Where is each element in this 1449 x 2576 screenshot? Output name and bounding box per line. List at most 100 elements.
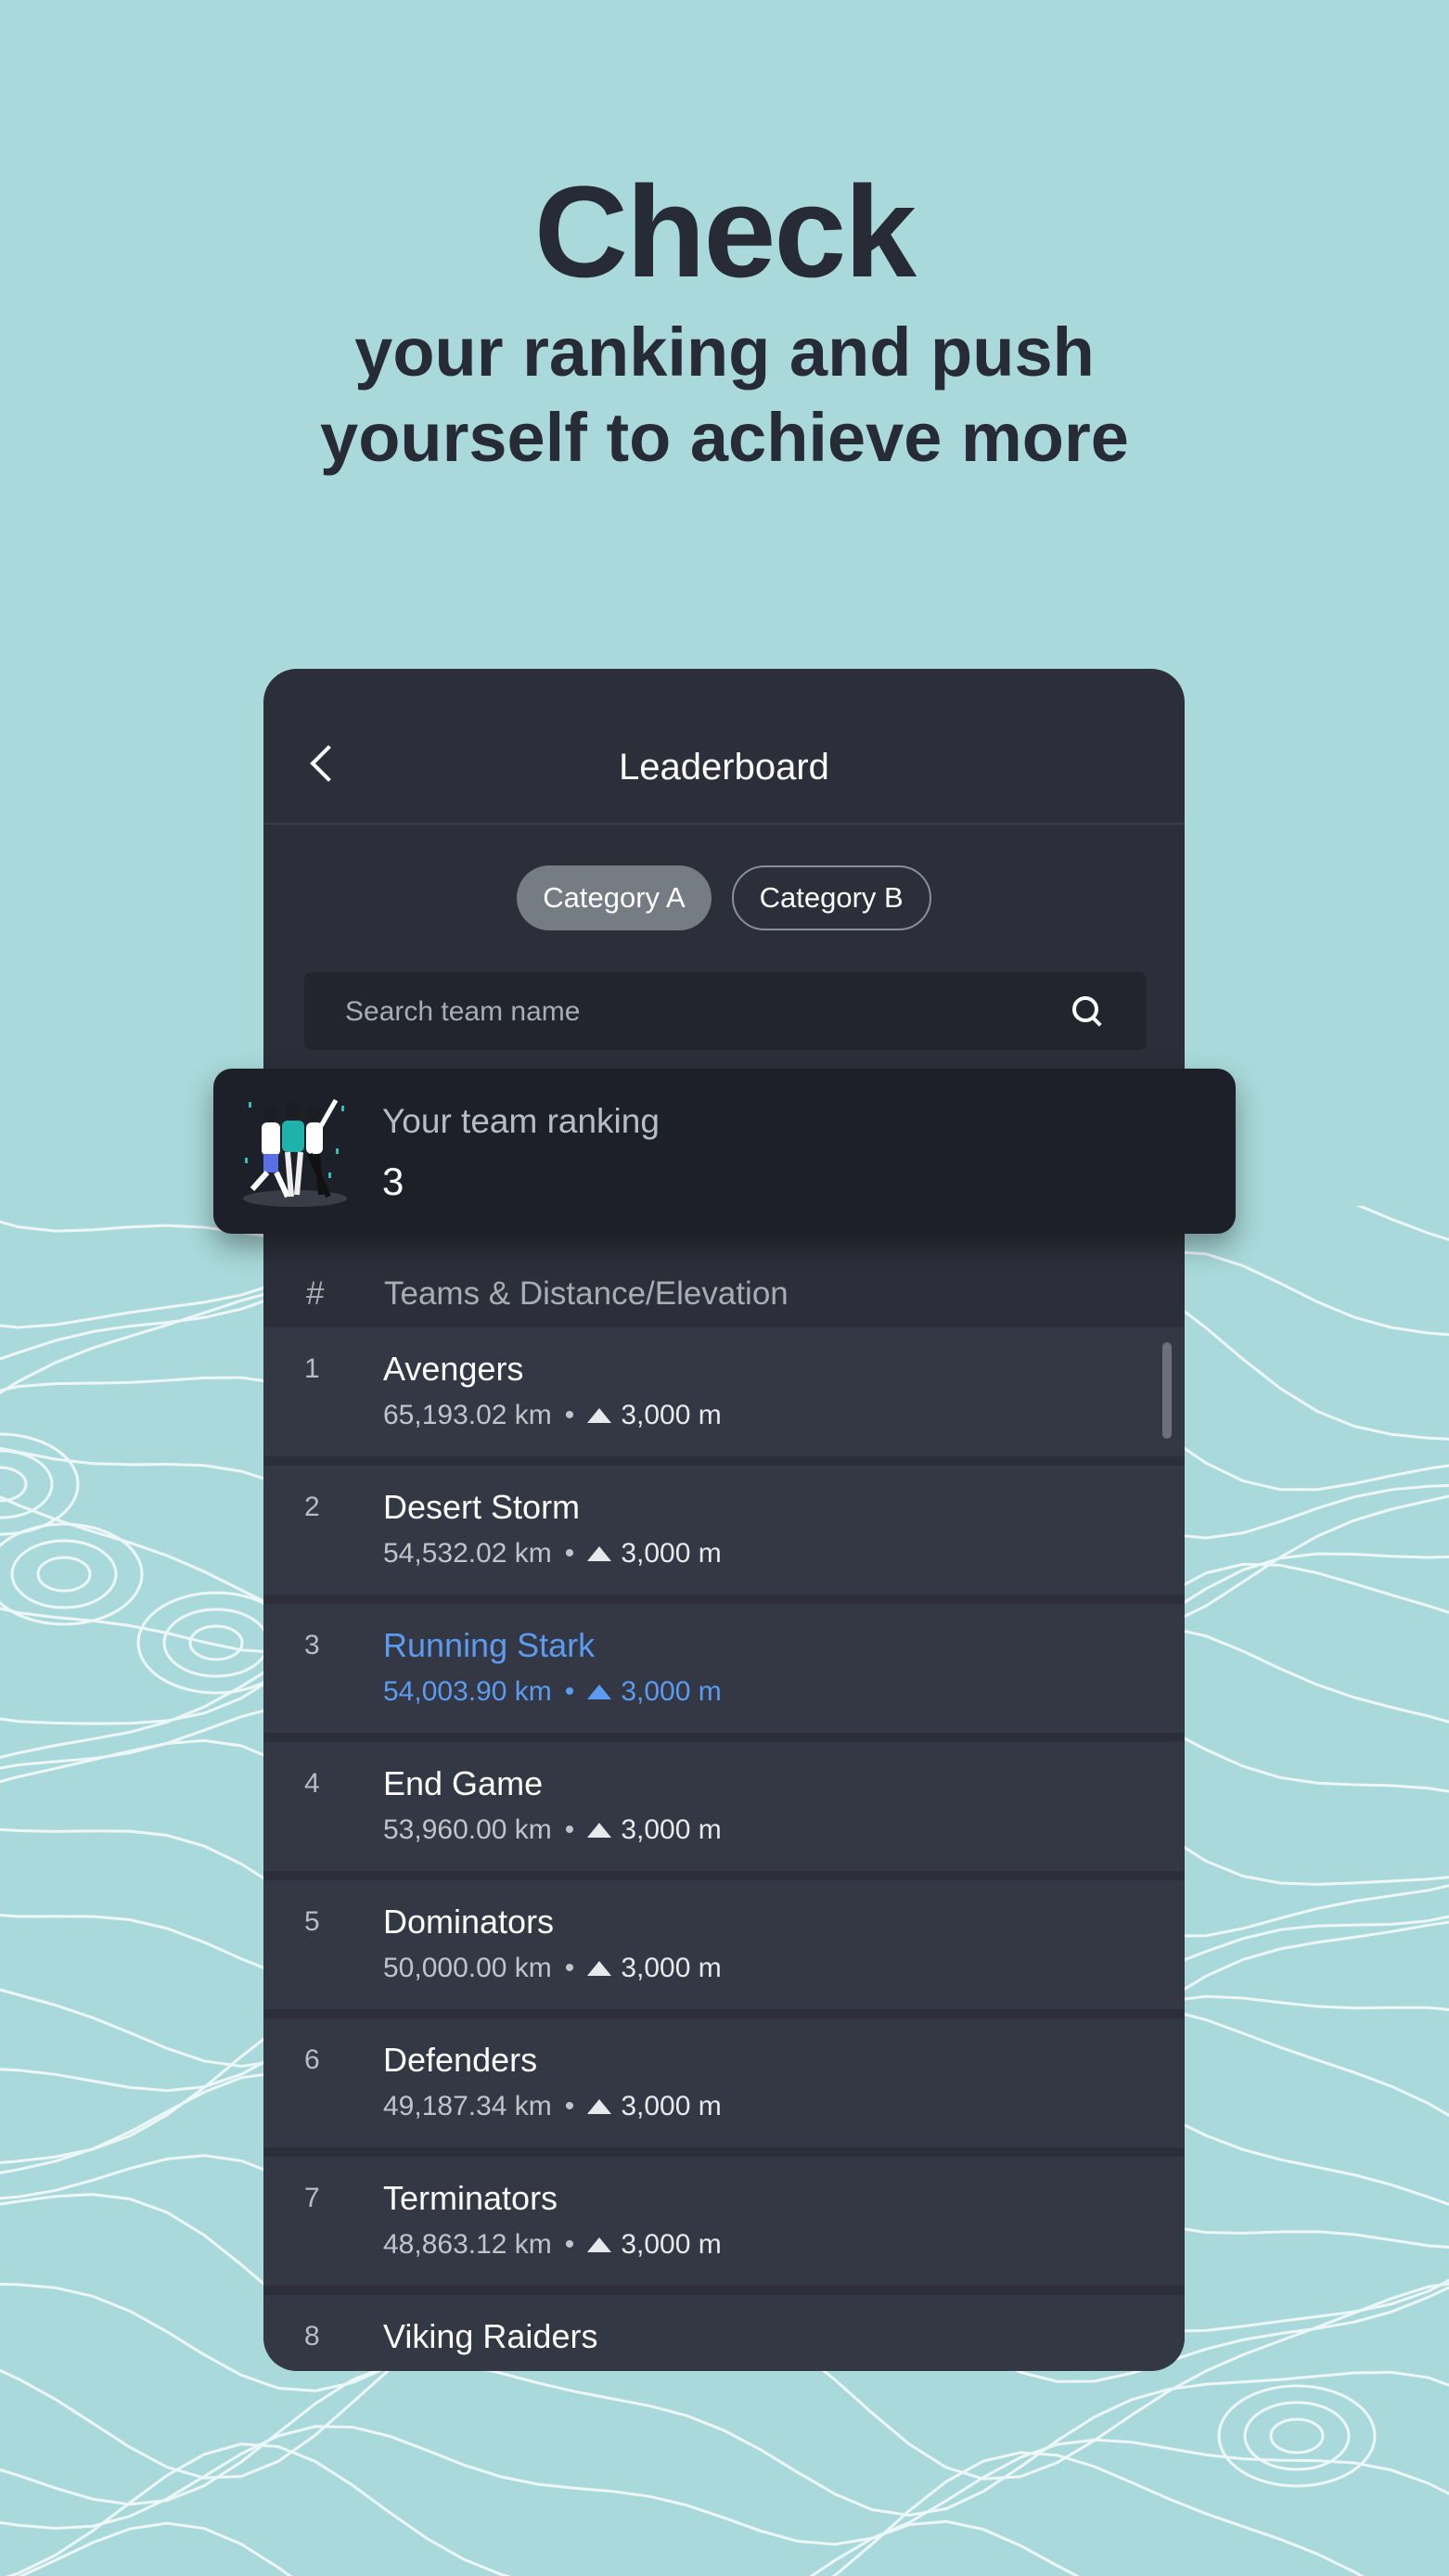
rank-column-label: # xyxy=(306,1275,325,1312)
screen-title: Leaderboard xyxy=(619,747,829,788)
contour-ring xyxy=(0,1466,28,1503)
hero: Check your ranking and push yourself to … xyxy=(0,158,1449,481)
team-rank: 6 xyxy=(304,2044,320,2075)
contour-ring xyxy=(0,1522,144,1626)
contour-line xyxy=(18,2519,1081,2576)
team-rank: 2 xyxy=(304,1492,320,1522)
team-stats: 53,960.00 km • 3,000 m xyxy=(383,1814,722,1846)
separator-dot: • xyxy=(564,2229,575,2260)
team-stats: 50,000.00 km • 3,000 m xyxy=(383,1953,722,1984)
contour-ring xyxy=(188,1624,244,1661)
team-row[interactable]: 1 Avengers 65,193.02 km • 3,000 m xyxy=(263,1327,1185,1456)
contour-ring xyxy=(0,1432,80,1536)
search-icon[interactable] xyxy=(1072,996,1098,1022)
team-illustration xyxy=(243,1098,347,1207)
separator-dot: • xyxy=(564,1676,575,1707)
team-rank: 8 xyxy=(304,2321,320,2352)
hero-title: Check xyxy=(533,159,917,304)
team-row[interactable]: 2 Desert Storm 54,532.02 km • 3,000 m xyxy=(263,1466,1185,1595)
team-distance: 54,003.90 km xyxy=(383,1676,552,1707)
team-rank: 4 xyxy=(304,1768,320,1799)
ranking-value: 3 xyxy=(382,1160,404,1203)
team-name: Terminators xyxy=(383,2179,558,2217)
mountain-icon xyxy=(587,2237,612,2252)
team-name: Desert Storm xyxy=(383,1488,581,1526)
ranking-label: Your team ranking xyxy=(382,1102,660,1140)
elevation-value: 3,000 m xyxy=(621,1953,722,1983)
column-header: # Teams & Distance/Elevation xyxy=(263,1262,1185,1327)
scrollbar[interactable] xyxy=(1162,1342,1172,1439)
elevation-value: 3,000 m xyxy=(621,2091,722,2121)
elevation-value: 3,000 m xyxy=(621,2367,721,2371)
mountain-icon xyxy=(587,2099,612,2114)
team-row[interactable]: 4 End Game 53,960.00 km • 3,000 m xyxy=(263,1742,1185,1871)
team-elevation: 3,000 m xyxy=(587,2229,722,2261)
leaderboard-screen: Leaderboard Category A Category B # Team… xyxy=(263,669,1185,2371)
team-name: Avengers xyxy=(383,1350,524,1388)
separator-dot: • xyxy=(565,2367,575,2371)
team-stats: 47,000.12 km • 3,000 m xyxy=(383,2367,722,2371)
team-stats: 49,187.34 km • 3,000 m xyxy=(383,2091,722,2122)
elevation-value: 3,000 m xyxy=(621,1814,722,1845)
team-elevation: 3,000 m xyxy=(587,1676,722,1708)
contour-line xyxy=(0,2425,1449,2546)
hero-subtitle-line: yourself to achieve more xyxy=(320,399,1129,476)
mountain-icon xyxy=(587,1823,612,1838)
team-row[interactable]: 3 Running Stark 54,003.90 km • 3,000 m xyxy=(263,1604,1185,1733)
contour-ring xyxy=(1217,2384,1377,2488)
team-distance: 65,193.02 km xyxy=(383,1400,552,1430)
separator-dot: • xyxy=(564,1953,575,1983)
team-distance: 50,000.00 km xyxy=(383,1953,552,1983)
team-stats: 48,863.12 km • 3,000 m xyxy=(383,2229,722,2261)
team-distance: 53,960.00 km xyxy=(383,1814,552,1845)
separator-dot: • xyxy=(564,1814,575,1845)
team-name: Viking Raiders xyxy=(383,2317,598,2355)
team-row[interactable]: 5 Dominators 50,000.00 km • 3,000 m xyxy=(263,1880,1185,2009)
team-distance: 47,000.12 km xyxy=(383,2367,552,2371)
separator-dot: • xyxy=(564,1538,575,1569)
team-elevation: 3,000 m xyxy=(587,1538,722,1570)
team-name: Dominators xyxy=(383,1903,555,1941)
contour-ring xyxy=(162,1608,270,1678)
elevation-value: 3,000 m xyxy=(621,2229,722,2260)
elevation-value: 3,000 m xyxy=(621,1676,722,1707)
separator-dot: • xyxy=(564,2091,575,2121)
team-distance: 48,863.12 km xyxy=(383,2229,552,2260)
team-rank: 3 xyxy=(304,1630,320,1660)
hero-subtitle: your ranking and push yourself to achiev… xyxy=(0,310,1449,481)
contour-ring xyxy=(10,1539,118,1609)
separator-dot: • xyxy=(564,1400,575,1430)
team-row[interactable]: 7 Terminators 48,863.12 km • 3,000 m xyxy=(263,2157,1185,2286)
team-list: 1 Avengers 65,193.02 km • 3,000 m 2 Dese… xyxy=(263,1327,1185,2371)
elevation-value: 3,000 m xyxy=(621,1538,722,1569)
search-input[interactable] xyxy=(343,972,1052,1052)
hero-subtitle-line: your ranking and push xyxy=(354,314,1095,391)
elevation-value: 3,000 m xyxy=(621,1400,722,1430)
team-elevation: 3,000 m xyxy=(587,1400,722,1431)
team-distance: 49,187.34 km xyxy=(383,2091,552,2121)
teams-column-label: Teams & Distance/Elevation xyxy=(384,1275,789,1312)
mountain-icon xyxy=(587,1685,612,1699)
team-stats: 54,003.90 km • 3,000 m xyxy=(383,1676,722,1708)
tab-category-b[interactable]: Category B xyxy=(731,865,931,930)
contour-ring xyxy=(36,1556,92,1593)
team-name: Running Stark xyxy=(383,1626,596,1664)
team-elevation: 3,000 m xyxy=(587,2091,722,2122)
team-rank: 1 xyxy=(304,1353,320,1384)
category-tabs: Category A Category B xyxy=(263,865,1185,930)
team-name: Defenders xyxy=(383,2041,538,2079)
team-row[interactable]: 6 Defenders 49,187.34 km • 3,000 m xyxy=(263,2019,1185,2147)
mountain-icon xyxy=(587,1961,612,1976)
team-rank: 7 xyxy=(304,2183,320,2213)
top-bar: Leaderboard xyxy=(263,669,1185,825)
mountain-icon xyxy=(587,1408,612,1423)
team-elevation: 3,000 m xyxy=(587,2367,721,2371)
team-stats: 65,193.02 km • 3,000 m xyxy=(383,1400,722,1431)
tab-category-a[interactable]: Category A xyxy=(517,865,712,930)
team-row[interactable]: 8 Viking Raiders 47,000.12 km • 3,000 m xyxy=(263,2295,1185,2371)
mountain-icon xyxy=(587,1546,612,1561)
team-rank: 5 xyxy=(304,1906,320,1937)
team-distance: 54,532.02 km xyxy=(383,1538,552,1569)
contour-ring xyxy=(1269,2417,1325,2454)
search-bar xyxy=(304,972,1147,1052)
